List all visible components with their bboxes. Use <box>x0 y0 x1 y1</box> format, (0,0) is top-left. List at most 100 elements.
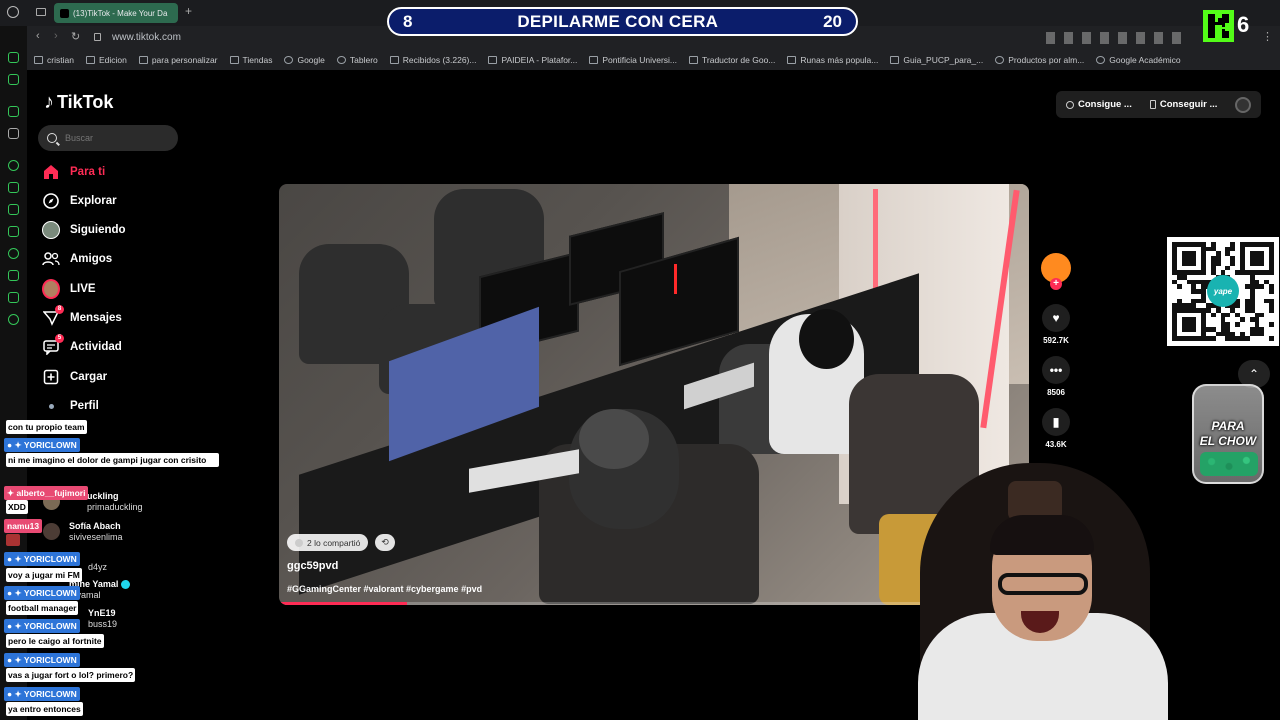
tiktok-logo[interactable]: ♪ TikTok <box>44 91 113 114</box>
qr-module <box>1269 336 1274 341</box>
kick-logo-icon <box>1203 10 1234 42</box>
follow-plus-icon[interactable]: + <box>1050 278 1062 290</box>
play-icon[interactable] <box>8 182 19 193</box>
theme-toggle[interactable] <box>1235 96 1252 113</box>
bookmark-item[interactable]: Tablero <box>336 55 378 65</box>
coin-icon <box>1066 100 1074 109</box>
bookmark-item[interactable]: PAIDEIA - Platafor... <box>488 55 577 65</box>
search-bar[interactable] <box>38 125 178 151</box>
forward-icon[interactable]: › <box>54 30 58 42</box>
url-field[interactable]: www.tiktok.com <box>112 32 181 43</box>
browser-side-panel <box>0 26 27 720</box>
back-icon[interactable]: ‹ <box>36 30 40 42</box>
get-coins-button[interactable]: Consigue ... <box>1066 99 1132 110</box>
bookmark-item[interactable]: Pontificia Universi... <box>589 55 677 65</box>
bookmark-item[interactable]: Google Académico <box>1096 55 1181 65</box>
menu-icon[interactable]: ⋮ <box>1262 30 1273 43</box>
cube-icon[interactable] <box>8 292 19 303</box>
repost-icon[interactable]: ⟲ <box>375 534 395 551</box>
settings-icon[interactable] <box>8 314 19 325</box>
paideia-icon <box>488 56 498 64</box>
chat-username: ● ✦ YORICLOWN <box>4 586 80 600</box>
chat-message: voy a jugar mi FM <box>6 568 82 582</box>
runes-icon <box>787 56 797 64</box>
folder-icon <box>85 56 95 64</box>
following-item[interactable]: uckling primaduckling <box>87 491 143 513</box>
bookmark-item[interactable]: Guia_PUCP_para_... <box>890 55 983 65</box>
nav-amigos[interactable]: Amigos <box>42 250 112 268</box>
following-item[interactable]: d4yz <box>88 562 107 573</box>
x-icon[interactable] <box>8 128 19 139</box>
home-icon <box>42 163 60 181</box>
comment-icon: ••• <box>1042 356 1070 384</box>
comment-button[interactable]: ••• 8506 <box>1040 356 1072 397</box>
heart-icon: ♥ <box>1042 304 1070 332</box>
bookmark-item[interactable]: cristian <box>34 55 74 65</box>
bookmark-item[interactable]: Runas más popula... <box>787 55 878 65</box>
nav-siguiendo[interactable]: Siguiendo <box>42 221 126 239</box>
chat-username: ● ✦ YORICLOWN <box>4 552 80 566</box>
glasses <box>998 573 1088 595</box>
folder-icon <box>229 56 239 64</box>
download-icon[interactable] <box>8 270 19 281</box>
bookmark-item[interactable]: Google <box>284 55 325 65</box>
chat-emote <box>6 534 20 546</box>
jar-label: PARA EL CHOW <box>1199 419 1257 448</box>
scholar-icon <box>1096 56 1106 64</box>
donation-jar: PARA EL CHOW <box>1192 384 1264 484</box>
browser-logo-icon[interactable] <box>7 6 19 18</box>
panel-icon[interactable] <box>8 52 19 63</box>
tab-title: (13)TikTok - Make Your Da <box>73 8 168 18</box>
following-avatar[interactable] <box>43 523 60 540</box>
streamer-webcam <box>900 463 1185 720</box>
bookmark-item[interactable]: Edicion <box>85 55 127 65</box>
nav-explorar[interactable]: Explorar <box>42 192 117 210</box>
comment-count: 8506 <box>1047 388 1065 397</box>
extensions-icons[interactable] <box>1046 32 1186 44</box>
following-item[interactable]: YnE19 buss19 <box>88 608 117 630</box>
activity-icon: 5 <box>42 334 64 356</box>
folder-icon <box>138 56 148 64</box>
nav-actividad[interactable]: 5 Actividad <box>42 334 122 356</box>
bookmark-item[interactable]: Recibidos (3.226)... <box>389 55 476 65</box>
twitch-icon[interactable] <box>8 106 19 117</box>
tab-tiktok[interactable]: (13)TikTok - Make Your Da <box>54 3 178 23</box>
shared-by-pill[interactable]: 2 lo compartió <box>287 534 369 551</box>
heart-icon[interactable] <box>8 226 19 237</box>
spotify-icon[interactable] <box>8 160 19 171</box>
yape-logo: yape <box>1207 275 1239 307</box>
clock-icon[interactable] <box>8 248 19 259</box>
nav-mensajes[interactable]: 8 Mensajes <box>42 305 122 327</box>
chat-username: ✦ alberto__fujimori <box>4 486 89 500</box>
profile-avatar-icon <box>42 397 60 415</box>
video-hashtags[interactable]: #GGamingCenter #valorant #cybergame #pvd <box>287 584 482 594</box>
compass-icon <box>42 192 60 210</box>
grid-icon[interactable] <box>8 204 19 215</box>
search-input[interactable] <box>65 133 165 143</box>
bookmark-item[interactable]: Traductor de Goo... <box>689 55 775 65</box>
nav-para-ti[interactable]: Para ti <box>42 163 105 181</box>
save-button[interactable]: ▮ 43.6K <box>1040 408 1072 449</box>
nav-live[interactable]: LIVE <box>42 279 96 299</box>
chat-username: ● ✦ YORICLOWN <box>4 438 80 452</box>
bookmark-item[interactable]: Tiendas <box>229 55 272 65</box>
activity-badge: 5 <box>55 334 64 343</box>
new-tab-button[interactable]: + <box>185 4 192 18</box>
chat-username: ● ✦ YORICLOWN <box>4 687 80 701</box>
nav-cargar[interactable]: Cargar <box>42 368 107 386</box>
tab-overview-icon[interactable] <box>36 8 46 16</box>
reload-icon[interactable]: ↻ <box>71 30 80 43</box>
nav-perfil[interactable]: Perfil <box>42 397 99 415</box>
like-button[interactable]: ♥ 592.7K <box>1040 304 1072 345</box>
search-icon <box>47 133 57 143</box>
get-app-button[interactable]: Conseguir ... <box>1149 99 1217 110</box>
video-person-hair <box>799 309 854 369</box>
tiktok-note-icon: ♪ <box>44 91 54 113</box>
panel-icon[interactable] <box>8 74 19 85</box>
friends-icon <box>42 250 60 268</box>
following-item[interactable]: Sofía Abach sivivesenlima <box>69 521 123 543</box>
bookmark-item[interactable]: Productos por alm... <box>995 55 1084 65</box>
goal-target: 20 <box>823 11 842 31</box>
video-author[interactable]: ggc59pvd <box>287 560 338 572</box>
bookmark-item[interactable]: para personalizar <box>138 55 218 65</box>
